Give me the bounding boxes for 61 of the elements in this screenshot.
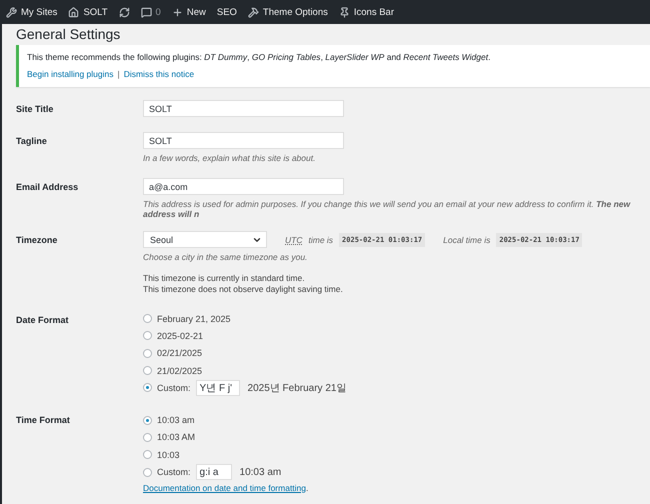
pin-icon[interactable] [338, 6, 350, 18]
notice-text: This theme recommends the following plugins: DT Dummy, GO Pricing Tables, LayerSlider WP and Recent Tweets Widget. [27, 52, 492, 62]
documentation-link[interactable]: Documentation on date and time formatting [143, 482, 306, 493]
field-label: Date Format [16, 314, 70, 327]
radio-button[interactable] [143, 416, 152, 425]
option-label: 2025-02-21 [157, 330, 204, 341]
tagline-field[interactable]: SOLT [143, 132, 344, 149]
field-label: Timezone [16, 234, 58, 247]
option-label: 10:03 am [157, 415, 195, 426]
toolbar-link[interactable]: SEO [216, 6, 237, 18]
field-description: This address is used for admin purposes. If you change this we will send you an email at your new address to confirm it. The new address will n [143, 199, 632, 219]
hammer-icon[interactable] [248, 6, 259, 18]
radio-button[interactable] [143, 366, 152, 376]
option-label: February 21, 2025 [157, 314, 231, 324]
option-label: Custom: [157, 382, 191, 393]
radio-button[interactable] [143, 450, 152, 460]
time-label: time is [308, 234, 334, 244]
plus-icon[interactable] [172, 6, 183, 18]
format-preview: 10:03 am [240, 466, 282, 478]
refresh-icon[interactable] [118, 6, 130, 18]
option-label: 10:03 AM [157, 432, 196, 442]
option-label: 02/21/2025 [157, 348, 202, 358]
custom-format-field[interactable]: Y년 F j' [196, 380, 240, 396]
timezone-note: This timezone is currently in standard time. [143, 273, 305, 284]
home-icon[interactable] [68, 6, 80, 18]
toolbar-link[interactable]: New [186, 6, 206, 18]
time-label: Local time is [443, 234, 490, 244]
toolbar-link[interactable]: Icons Bar [354, 6, 394, 18]
timezone-note: This timezone does not observe daylight saving time. [143, 284, 343, 295]
utc-abbreviation: UTC [285, 234, 302, 244]
page-title: General Settings [16, 26, 122, 42]
site-title-field[interactable]: SOLT [143, 100, 344, 117]
radio-button[interactable] [143, 432, 152, 442]
field-description: In a few words, explain what this site is about. [143, 153, 316, 163]
notice-link[interactable]: Dismiss this notice [124, 69, 194, 79]
radio-button[interactable] [143, 383, 152, 392]
link-separator: | [117, 69, 120, 79]
custom-format-field[interactable]: g:i a [196, 464, 232, 480]
comment-icon[interactable] [140, 6, 152, 18]
option-label: 21/02/2025 [157, 366, 202, 376]
field-label: Site Title [16, 103, 54, 116]
option-label: 10:03 [157, 450, 180, 460]
toolbar-link[interactable]: 0 [156, 6, 161, 18]
field-label: Tagline [16, 135, 48, 148]
punctuation: . [306, 482, 308, 493]
radio-button[interactable] [143, 331, 152, 340]
radio-button[interactable] [143, 314, 152, 324]
format-preview: 2025년 February 21일 [248, 382, 346, 395]
field-description: Choose a city in the same timezone as you. [143, 252, 308, 262]
field-label: Email Address [16, 181, 80, 194]
toolbar-link[interactable]: Theme Options [262, 6, 328, 18]
wrench-icon[interactable] [6, 6, 17, 18]
notice-link[interactable]: Begin installing plugins [27, 69, 114, 79]
option-label: Custom: [157, 467, 191, 478]
email-field[interactable]: a@a.com [143, 178, 344, 195]
timezone-select[interactable]: Seoul [143, 231, 267, 248]
toolbar-link[interactable]: SOLT [83, 6, 108, 18]
radio-button[interactable] [143, 348, 152, 358]
field-label: Time Format [16, 414, 71, 428]
toolbar-link[interactable]: My Sites [21, 6, 58, 18]
radio-button[interactable] [143, 468, 152, 477]
